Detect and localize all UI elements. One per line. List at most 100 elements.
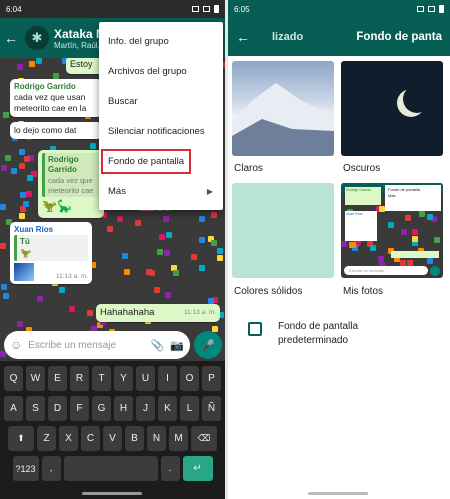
menu-item-group-files[interactable]: Archivos del grupo [99, 56, 223, 86]
preview-mic [430, 266, 440, 276]
menu-item-search[interactable]: Buscar [99, 86, 223, 116]
key-t[interactable]: T [92, 366, 111, 391]
key-i[interactable]: I [158, 366, 177, 391]
wallpaper-dark-label: Oscuros [343, 163, 381, 174]
wallpaper-pixel [1, 165, 7, 171]
wallpaper-pixel [217, 255, 223, 261]
mute-icon [192, 6, 199, 12]
meteor-image-icon[interactable] [14, 263, 34, 282]
group-avatar[interactable]: ✱ [25, 26, 49, 50]
key-d[interactable]: D [48, 396, 67, 421]
wallpaper-pixel [23, 201, 29, 207]
wallpaper-pixel [412, 236, 418, 242]
key-s[interactable]: S [26, 396, 45, 421]
key-j[interactable]: J [136, 396, 155, 421]
wallpaper-pixel [5, 155, 11, 161]
wallpaper-solid-tile[interactable] [232, 183, 334, 278]
status-bar: 6:05 [228, 0, 450, 18]
wallpaper-light-tile[interactable] [232, 61, 334, 156]
wallpaper-pixel [122, 253, 128, 259]
key-n[interactable]: N [147, 426, 166, 451]
enter-key[interactable]: ↵ [182, 456, 213, 481]
arrow-left-icon[interactable]: ← [4, 30, 20, 46]
preview-input-text: Escribe un mensaje [349, 268, 385, 273]
message-bubble[interactable]: lo dejo como dat [10, 122, 102, 140]
wallpaper-pixel [191, 254, 197, 260]
microphone-button[interactable]: 🎤 [194, 331, 222, 359]
key-e[interactable]: E [48, 366, 67, 391]
key-h[interactable]: H [114, 396, 133, 421]
message-text: Estoy [70, 59, 93, 69]
message-bubble[interactable]: Hahahahaha 11:13 a. m. [96, 304, 220, 323]
message-bubble[interactable]: Xuan Ríos Tú 🦖 11:13 a. m. [10, 222, 92, 285]
moon-icon [403, 85, 431, 113]
key-q[interactable]: Q [4, 366, 23, 391]
wallpaper-pixel [419, 211, 425, 217]
key-c[interactable]: C [81, 426, 100, 451]
keyboard-row: ?123 , . ↵ [0, 456, 225, 481]
wallpaper-header: ← lizado Fondo de panta [228, 18, 450, 56]
key-f[interactable]: F [70, 396, 89, 421]
key-v[interactable]: V [103, 426, 122, 451]
key-m[interactable]: M [169, 426, 188, 451]
preview-sender: Xuan Ríos [346, 212, 363, 216]
message-bubble[interactable]: Rodrigo Garrido cada vez que usan meteor… [10, 79, 102, 118]
wallpaper-pixel [427, 258, 433, 264]
preview-bubble: Rodrigo Garrido [345, 187, 381, 205]
wallpaper-pixel [69, 306, 75, 312]
key-z[interactable]: Z [37, 426, 56, 451]
message-bubble[interactable]: Rodrigo Garrido cada vez que meteorito c… [38, 150, 104, 218]
menu-item-group-info[interactable]: Info. del grupo [99, 26, 223, 56]
key-l[interactable]: L [180, 396, 199, 421]
period-key[interactable]: . [160, 456, 180, 481]
key-ñ[interactable]: Ñ [202, 396, 221, 421]
key-a[interactable]: A [4, 396, 23, 421]
default-wallpaper-line: Fondo de pantalla [278, 321, 359, 332]
symbols-key[interactable]: ?123 [12, 456, 39, 481]
wallpaper-pixel [19, 149, 25, 155]
menu-item-wallpaper[interactable]: Fondo de pantalla [99, 146, 223, 176]
gesture-bar[interactable] [308, 492, 368, 495]
wallpaper-pixel [427, 214, 433, 220]
wallpaper-my-photos-tile[interactable]: Fondo de pantalla Más Rodrigo Garrido Xu… [341, 183, 443, 278]
quote-text: meteorito cae [48, 185, 94, 195]
menu-item-mute-notifications[interactable]: Silenciar notificaciones [99, 116, 223, 146]
key-k[interactable]: K [158, 396, 177, 421]
default-wallpaper-option[interactable]: Fondo de pantalla predeterminado [248, 320, 358, 348]
sticker-icon: 🦖🦕 [42, 199, 72, 214]
backspace-key[interactable]: ⌫ [191, 426, 217, 451]
wallpaper-icon [248, 322, 262, 336]
wallpaper-pixel [165, 292, 171, 298]
wallpaper-pixel [159, 234, 165, 240]
attach-icon[interactable]: 📎 [151, 339, 165, 352]
message-input[interactable]: Escribe un mensaje [28, 340, 144, 351]
gesture-bar[interactable] [82, 492, 142, 495]
menu-item-more[interactable]: Más ▶ [99, 176, 223, 206]
arrow-left-icon[interactable]: ← [236, 29, 272, 45]
key-b[interactable]: B [125, 426, 144, 451]
wallpaper-pixel [3, 112, 9, 118]
message-text: Hahahahaha [100, 307, 155, 318]
comma-key[interactable]: , [41, 456, 61, 481]
key-g[interactable]: G [92, 396, 111, 421]
emoji-icon[interactable]: ☺ [10, 338, 22, 352]
wallpaper-pixel [26, 191, 32, 197]
key-x[interactable]: X [59, 426, 78, 451]
key-o[interactable]: O [180, 366, 199, 391]
camera-icon[interactable]: 📷 [170, 339, 184, 352]
key-p[interactable]: P [202, 366, 221, 391]
key-u[interactable]: U [136, 366, 155, 391]
key-r[interactable]: R [70, 366, 89, 391]
shift-key[interactable]: ⬆ [8, 426, 34, 451]
message-input-bar: ☺ Escribe un mensaje 📎 📷 [4, 331, 190, 359]
key-w[interactable]: W [26, 366, 45, 391]
space-key[interactable] [63, 456, 158, 481]
key-y[interactable]: Y [114, 366, 133, 391]
wallpaper-pixel [3, 293, 9, 299]
wallpaper-pixel [341, 241, 347, 247]
wallpaper-pixel [87, 310, 93, 316]
wifi-icon [428, 6, 435, 12]
wifi-icon [203, 6, 210, 12]
wallpaper-dark-tile[interactable] [341, 61, 443, 156]
wallpaper-pixel [157, 249, 163, 255]
